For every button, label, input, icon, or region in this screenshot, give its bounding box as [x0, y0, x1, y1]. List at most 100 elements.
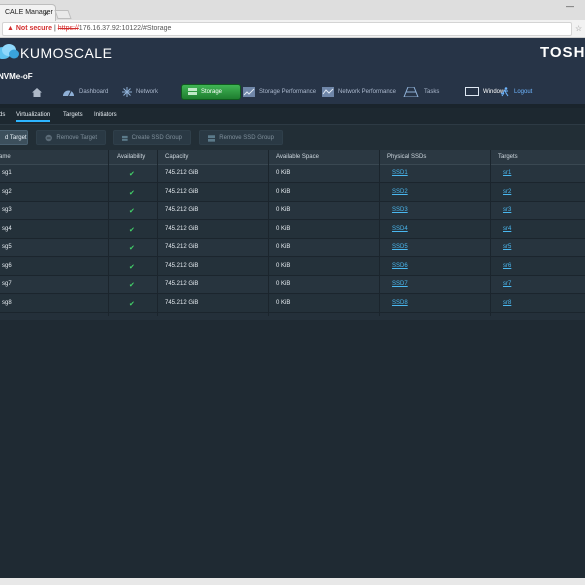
storage-subtabs: ds Virtualization Targets Initiators	[0, 108, 585, 125]
create-ssd-group-label: Create SSD Group	[131, 134, 182, 141]
physical-ssd-link[interactable]: SSD2	[392, 189, 408, 195]
column-divider	[268, 150, 269, 316]
table-row[interactable]: sg2 ✔ 745.212 GiB 0 KiB SSD2 sr2	[0, 183, 585, 202]
logout-running-icon	[500, 87, 509, 97]
nav-tasks[interactable]: Tasks	[402, 84, 439, 100]
tab-initiators[interactable]: Initiators	[94, 112, 117, 118]
minimize-icon[interactable]: —	[566, 2, 574, 11]
row-name-cell: sg1	[2, 170, 12, 176]
network-star-icon	[122, 87, 132, 97]
target-link[interactable]: sr3	[503, 207, 511, 213]
physical-ssd-link[interactable]: SSD3	[392, 207, 408, 213]
add-target-button[interactable]: d Target	[0, 130, 28, 145]
target-link[interactable]: sr2	[503, 189, 511, 195]
remove-ssd-group-icon	[208, 134, 216, 142]
nav-dashboard-label: Dashboard	[79, 89, 109, 95]
row-capacity-cell: 745.212 GiB	[165, 281, 199, 287]
row-name-cell: sg2	[2, 188, 12, 195]
nav-dashboard[interactable]: Dashboard	[62, 84, 108, 100]
browser-tab-bar	[0, 0, 585, 20]
table-row[interactable]: sg8 ✔ 745.212 GiB 0 KiB SSD8 sr8	[0, 294, 585, 313]
table-row[interactable]: sg1 ✔ 745.212 GiB 0 KiB SSD1 sr1	[0, 165, 585, 183]
storage-icon	[188, 88, 197, 95]
home-nav[interactable]	[32, 84, 46, 100]
nav-window[interactable]: Window	[465, 84, 504, 100]
tasks-icon	[403, 87, 419, 97]
tab-ssds[interactable]: ds	[0, 112, 5, 118]
new-tab-button[interactable]	[54, 10, 72, 19]
kumoscale-cloud-logo-icon	[0, 44, 19, 59]
availability-check-icon: ✔	[129, 226, 135, 234]
column-divider	[490, 150, 491, 316]
row-available-space-cell: 0 KiB	[276, 207, 291, 213]
col-availability-header[interactable]: Availability	[117, 154, 145, 160]
row-name-cell: sg3	[2, 207, 12, 213]
availability-check-icon: ✔	[129, 282, 135, 289]
table-row[interactable]: sg5 ✔ 745.212 GiB 0 KiB SSD5 sr5	[0, 239, 585, 257]
table-row[interactable]: sg7 ✔ 745.212 GiB 0 KiB SSD7 sr7	[0, 276, 585, 294]
nav-network-performance[interactable]: Network Performance	[322, 84, 396, 100]
remove-target-button[interactable]: Remove Target	[36, 130, 106, 145]
url-text: 176.16.37.92:10122/#Storage	[78, 25, 172, 32]
physical-ssd-link[interactable]: SSD5	[392, 244, 408, 250]
table-row[interactable]: sg3 ✔ 745.212 GiB 0 KiB SSD3 sr3	[0, 202, 585, 220]
tab-virtualization[interactable]: Virtualization	[16, 112, 51, 122]
physical-ssd-link[interactable]: SSD7	[392, 281, 408, 287]
nav-storage-performance-label: Storage Performance	[259, 89, 317, 95]
col-physical-ssds-header[interactable]: Physical SSDs	[387, 154, 426, 160]
table-row[interactable]: sg4 ✔ 745.212 GiB 0 KiB SSD4 sr4	[0, 220, 585, 239]
bookmark-star-icon[interactable]: ☆	[575, 24, 582, 33]
row-capacity-cell: 745.212 GiB	[165, 170, 199, 176]
tab-close-icon[interactable]: ×	[44, 9, 49, 18]
physical-ssd-link[interactable]: SSD1	[392, 170, 408, 176]
table-header: ame Availability Capacity Available Spac…	[0, 150, 585, 165]
column-divider	[379, 150, 380, 316]
remove-target-label: Remove Target	[56, 134, 97, 141]
address-bar[interactable]: ▲ Not secure | https://176.16.37.92:1012…	[2, 22, 572, 36]
column-divider	[108, 150, 109, 316]
row-capacity-cell: 745.212 GiB	[165, 207, 199, 213]
table-row[interactable]: sg6 ✔ 745.212 GiB 0 KiB SSD6 sr6	[0, 257, 585, 276]
target-link[interactable]: sr6	[503, 263, 511, 269]
create-ssd-group-icon	[122, 135, 128, 141]
nav-logout[interactable]: Logout	[500, 84, 532, 100]
not-secure-warning[interactable]: ▲ Not secure	[7, 25, 52, 32]
col-targets-header[interactable]: Targets	[498, 154, 518, 160]
row-available-space-cell: 0 KiB	[276, 244, 291, 250]
remove-ssd-group-button[interactable]: Remove SSD Group	[199, 130, 283, 145]
window-monitor-icon	[465, 87, 479, 96]
browser-chrome: CALE Manager × — ▲ Not secure | https://…	[0, 0, 585, 38]
availability-check-icon: ✔	[129, 245, 135, 252]
row-capacity-cell: 745.212 GiB	[165, 244, 199, 250]
nav-network[interactable]: Network	[122, 84, 158, 100]
tab-targets[interactable]: Targets	[63, 112, 83, 118]
nav-network-label: Network	[136, 89, 159, 95]
nav-storage-label: Storage	[201, 89, 223, 95]
nav-storage[interactable]: Storage	[181, 84, 241, 100]
target-link[interactable]: sr4	[503, 226, 511, 232]
row-capacity-cell: 745.212 GiB	[165, 262, 199, 269]
create-ssd-group-button[interactable]: Create SSD Group	[113, 130, 191, 145]
physical-ssd-link[interactable]: SSD8	[392, 300, 408, 306]
availability-check-icon: ✔	[129, 263, 135, 271]
physical-ssd-link[interactable]: SSD6	[392, 263, 408, 269]
col-capacity-header[interactable]: Capacity	[165, 154, 188, 160]
target-link[interactable]: sr8	[503, 300, 511, 306]
row-available-space-cell: 0 KiB	[276, 188, 291, 195]
physical-ssd-link[interactable]: SSD4	[392, 226, 408, 232]
target-link[interactable]: sr7	[503, 281, 511, 287]
target-link[interactable]: sr5	[503, 244, 511, 250]
availability-check-icon: ✔	[129, 189, 135, 197]
page-subtitle: NVMe-oF	[0, 72, 33, 81]
row-capacity-cell: 745.212 GiB	[165, 188, 199, 195]
col-name-header[interactable]: ame	[0, 154, 11, 160]
availability-check-icon: ✔	[129, 171, 135, 178]
remove-target-icon	[45, 134, 52, 141]
row-available-space-cell: 0 KiB	[276, 281, 291, 287]
row-capacity-cell: 745.212 GiB	[165, 225, 199, 232]
target-link[interactable]: sr1	[503, 170, 511, 176]
nav-storage-performance[interactable]: Storage Performance	[243, 84, 316, 100]
ssd-group-table: ame Availability Capacity Available Spac…	[0, 150, 585, 320]
col-available-space-header[interactable]: Available Space	[276, 154, 319, 160]
row-capacity-cell: 745.212 GiB	[165, 299, 199, 306]
